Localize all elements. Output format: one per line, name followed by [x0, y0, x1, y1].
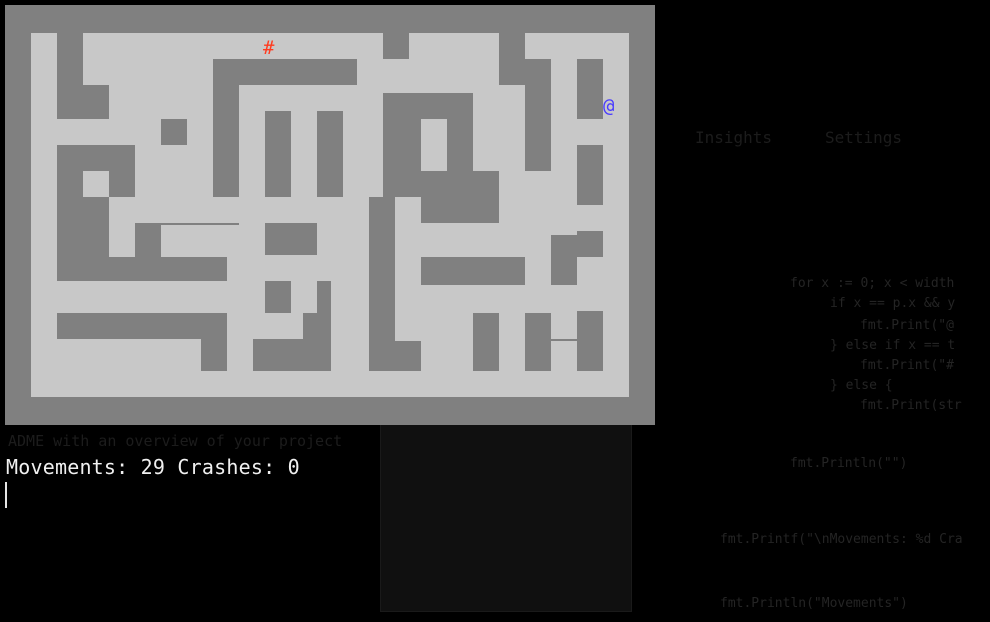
maze-corridor: [161, 225, 239, 257]
maze-corridor: [395, 197, 421, 341]
maze-corridor: [577, 257, 603, 311]
maze-corridor: [421, 119, 447, 171]
maze-corridor: [525, 257, 551, 285]
maze-corridor: [109, 223, 135, 257]
maze-corridor: [331, 281, 369, 371]
maze-corridor: [265, 197, 369, 223]
maze-corridor: [343, 111, 383, 197]
maze-corridor: [57, 119, 161, 145]
movements-count: 29: [140, 455, 166, 479]
terminal-cursor: [5, 482, 7, 508]
maze-corridor: [317, 223, 369, 257]
maze-corridor: [551, 59, 577, 121]
maze-corridor: [473, 59, 499, 171]
maze-corridor: [499, 85, 525, 225]
maze-corridor: [551, 145, 577, 235]
maze-corridor: [31, 33, 57, 397]
maze-corridor: [57, 281, 239, 313]
maze-corridor: [253, 313, 303, 339]
maze-corridor: [551, 313, 577, 339]
maze-corridor: [265, 255, 369, 281]
maze-corridor: [83, 171, 109, 197]
crashes-count: 0: [287, 455, 300, 479]
maze-corridor: [227, 257, 253, 371]
maze-corridor: [135, 145, 187, 197]
maze-board: # @: [5, 5, 655, 425]
player-marker: @: [603, 95, 615, 117]
maze-corridor: [83, 33, 109, 85]
maze-corridor: [395, 223, 525, 257]
maze-corridor: [187, 85, 213, 197]
maze-corridor: [57, 339, 201, 371]
maze-corridor: [409, 33, 499, 59]
goal-marker: #: [263, 37, 275, 59]
maze-corridor: [525, 171, 551, 257]
maze-corridor: [109, 197, 239, 223]
maze-corridor: [447, 285, 577, 313]
maze-corridor: [525, 33, 629, 59]
maze-corridor: [499, 313, 525, 371]
movements-label: Movements:: [6, 455, 129, 479]
crashes-label: Crashes:: [177, 455, 276, 479]
maze-corridor: [83, 33, 383, 59]
maze-corridor: [603, 33, 629, 397]
maze-corridor: [577, 205, 603, 231]
maze-corridor: [551, 341, 577, 371]
maze-corridor: [31, 371, 629, 397]
status-line: Movements: 29 Crashes: 0: [6, 455, 300, 479]
maze-corridor: [291, 281, 317, 313]
maze-corridor: [551, 119, 603, 145]
